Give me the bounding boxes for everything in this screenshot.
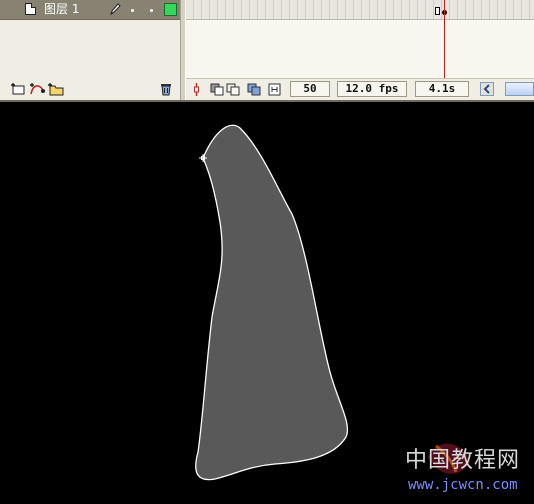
elapsed-time-field: 4.1s bbox=[415, 81, 469, 97]
outline-color-swatch[interactable] bbox=[164, 3, 177, 16]
pencil-icon bbox=[110, 3, 121, 15]
timeline-status-bar: 50 12.0 fps 4.1s bbox=[186, 78, 534, 100]
stage[interactable] bbox=[0, 102, 534, 504]
layer-row[interactable]: 图层 1 bbox=[0, 0, 180, 20]
drawn-shape[interactable] bbox=[195, 124, 348, 481]
insert-layer-icon[interactable] bbox=[10, 82, 26, 96]
scroll-left-icon bbox=[483, 84, 490, 94]
timeline-panel: 图层 1 50 12.0 fps 4.1s bbox=[0, 0, 534, 102]
show-hide-dot[interactable] bbox=[131, 9, 134, 12]
horizontal-scrollbar[interactable] bbox=[505, 82, 534, 96]
layer-name[interactable]: 图层 1 bbox=[44, 2, 79, 17]
modify-onion-markers-icon[interactable] bbox=[268, 83, 281, 96]
frame-rate-field[interactable]: 12.0 fps bbox=[337, 81, 407, 97]
add-motion-guide-icon[interactable] bbox=[29, 82, 45, 96]
scroll-left-button[interactable] bbox=[480, 82, 494, 96]
layer-toolbar bbox=[0, 78, 180, 100]
lock-dot[interactable] bbox=[150, 9, 153, 12]
layer-icon bbox=[25, 3, 36, 15]
stage-canvas bbox=[195, 124, 470, 481]
keyframe-marker[interactable] bbox=[435, 7, 440, 15]
watermark-title: 中国教程网 bbox=[405, 448, 521, 473]
layer-list: 图层 1 bbox=[0, 0, 180, 102]
current-frame-field: 50 bbox=[290, 81, 330, 97]
watermark-url: www.jcwcn.com bbox=[408, 477, 518, 493]
insert-folder-icon[interactable] bbox=[47, 82, 65, 96]
onion-skin-outlines-icon[interactable] bbox=[226, 83, 240, 96]
center-frame-icon[interactable] bbox=[190, 83, 203, 96]
playhead[interactable] bbox=[444, 0, 445, 78]
layer-frame-row[interactable] bbox=[186, 0, 534, 20]
edit-multiple-frames-icon[interactable] bbox=[247, 83, 261, 96]
timeline-frames[interactable] bbox=[186, 0, 534, 78]
onion-skin-icon[interactable] bbox=[210, 83, 224, 96]
trash-icon[interactable] bbox=[159, 82, 173, 96]
